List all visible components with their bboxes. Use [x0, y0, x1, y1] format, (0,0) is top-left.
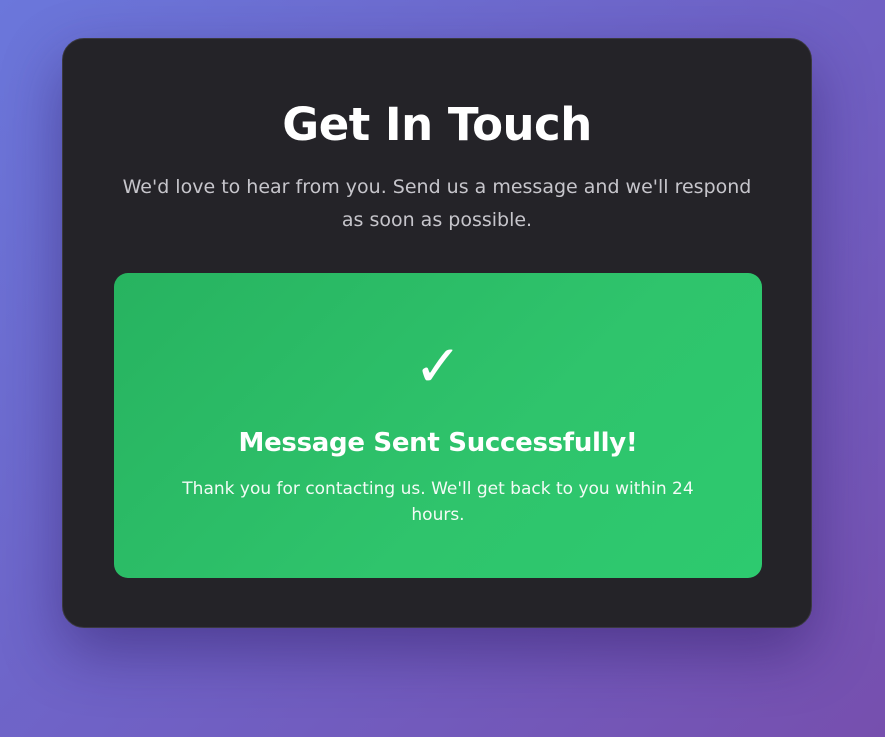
success-message-panel: ✓ Message Sent Successfully! Thank you f… [114, 273, 762, 578]
contact-card: Get In Touch We'd love to hear from you.… [62, 38, 812, 628]
page-title: Get In Touch [282, 98, 592, 151]
success-title: Message Sent Successfully! [238, 428, 638, 458]
page-subtitle: We'd love to hear from you. Send us a me… [122, 176, 752, 231]
success-text: Thank you for contacting us. We'll get b… [182, 479, 694, 525]
checkmark-icon: ✓ [413, 332, 463, 400]
